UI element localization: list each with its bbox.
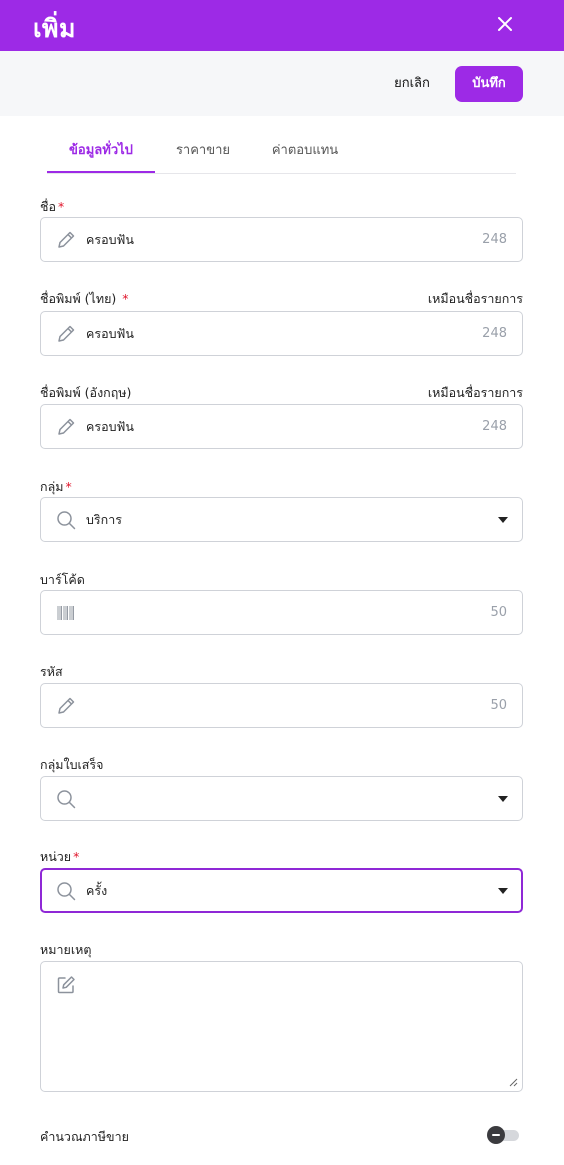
chevron-down-icon[interactable] (498, 888, 508, 894)
char-counter: 248 (482, 326, 507, 341)
pencil-icon (58, 325, 75, 342)
note-textarea[interactable] (40, 961, 523, 1092)
code-label: รหัส (40, 664, 63, 679)
unit-label: หน่วย * (40, 849, 80, 864)
pencil-icon (58, 418, 75, 435)
name-value: ครอบฟัน (86, 232, 134, 247)
tab-selling-price[interactable]: ราคาขาย (166, 136, 240, 173)
group-label: กลุ่ม * (40, 479, 72, 494)
resize-handle[interactable] (508, 1077, 518, 1087)
print-name-th-label: ชื่อพิมพ์ (ไทย) * (40, 291, 129, 306)
required-mark: * (122, 291, 129, 306)
sales-tax-toggle[interactable] (487, 1126, 520, 1144)
pencil-icon (58, 231, 75, 248)
required-mark: * (58, 199, 65, 214)
save-button[interactable]: บันทึก (455, 66, 523, 102)
print-name-th-field[interactable]: ครอบฟัน 248 (40, 311, 523, 356)
required-mark: * (65, 479, 72, 494)
sales-tax-label: คำนวณภาษีขาย (40, 1129, 129, 1144)
note-label: หมายเหตุ (40, 942, 92, 957)
receipt-group-label: กลุ่มใบเสร็จ (40, 757, 104, 772)
print-name-en-field[interactable]: ครอบฟัน 248 (40, 404, 523, 449)
code-field[interactable]: 50 (40, 683, 523, 728)
print-name-th-value: ครอบฟัน (86, 326, 134, 341)
name-label: ชื่อ * (40, 199, 65, 214)
chevron-down-icon[interactable] (498, 517, 508, 523)
toggle-knob (487, 1126, 505, 1144)
same-as-name-link[interactable]: เหมือนชื่อรายการ (428, 383, 523, 403)
search-icon (57, 790, 76, 809)
tab-commission[interactable]: ค่าตอบแทน (263, 136, 347, 173)
cancel-button[interactable]: ยกเลิก (384, 69, 440, 99)
action-bar: ยกเลิก บันทึก (0, 51, 564, 116)
tab-bar: ข้อมูลทั่วไป ราคาขาย ค่าตอบแทน (47, 136, 516, 174)
search-icon (57, 882, 76, 901)
char-counter: 248 (482, 419, 507, 434)
char-counter: 50 (490, 605, 507, 620)
print-name-en-label: ชื่อพิมพ์ (อังกฤษ) (40, 385, 132, 400)
print-name-en-value: ครอบฟัน (86, 419, 134, 434)
barcode-icon (57, 606, 74, 620)
search-icon (57, 511, 76, 530)
unit-select[interactable]: ครั้ง (40, 868, 523, 913)
group-select[interactable]: บริการ (40, 497, 523, 542)
char-counter: 50 (490, 698, 507, 713)
required-mark: * (73, 849, 80, 864)
close-icon[interactable] (494, 13, 516, 35)
barcode-label: บาร์โค้ด (40, 572, 85, 587)
barcode-field[interactable]: 50 (40, 590, 523, 635)
receipt-group-select[interactable] (40, 776, 523, 821)
name-field[interactable]: ครอบฟัน 248 (40, 217, 523, 262)
char-counter: 248 (482, 232, 507, 247)
pencil-icon (58, 697, 75, 714)
group-value: บริการ (86, 512, 122, 527)
same-as-name-link[interactable]: เหมือนชื่อรายการ (428, 289, 523, 309)
tab-general[interactable]: ข้อมูลทั่วไป (47, 136, 155, 173)
chevron-down-icon[interactable] (498, 796, 508, 802)
dialog-header: เพิ่ม (0, 0, 564, 51)
edit-icon (57, 976, 75, 994)
unit-value: ครั้ง (86, 883, 108, 898)
dialog-title: เพิ่ม (33, 14, 77, 43)
